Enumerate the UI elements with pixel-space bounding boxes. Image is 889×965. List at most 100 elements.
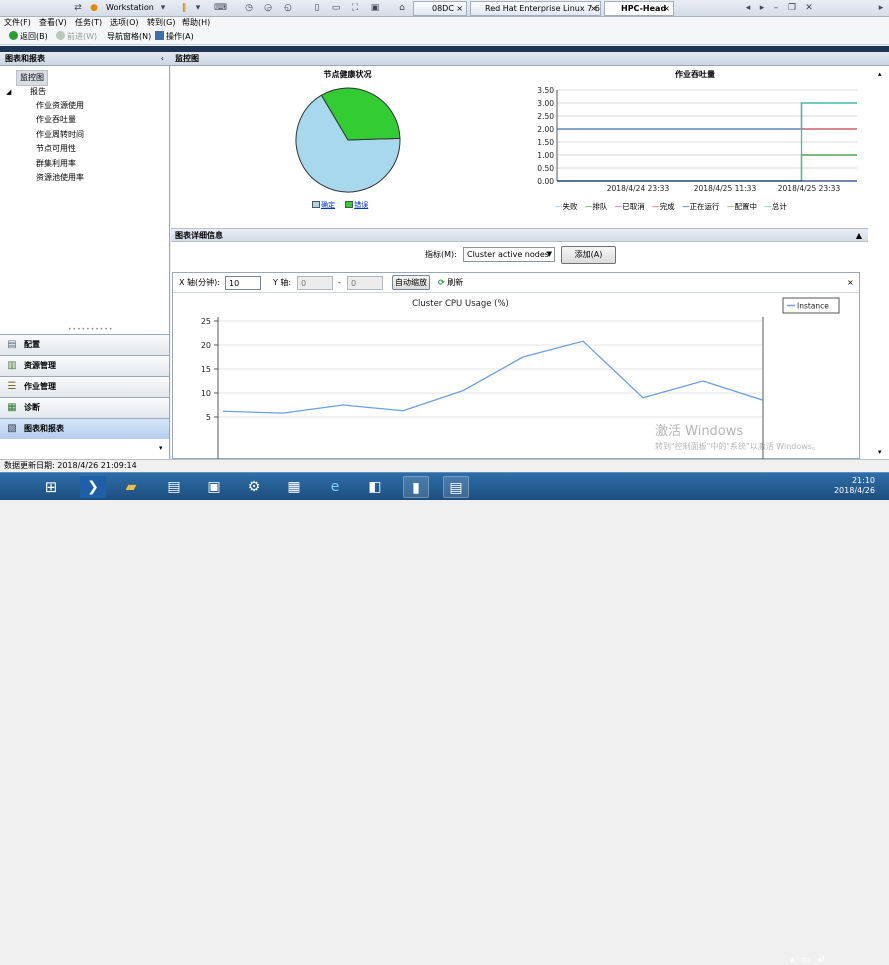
menu-help[interactable]: 帮助(H) (182, 17, 210, 29)
minimize-icon[interactable]: – (770, 2, 782, 14)
menu-file[interactable]: 文件(F) (4, 17, 31, 29)
nav-item-reports[interactable]: 报告 (30, 85, 46, 99)
refresh-label: 刷新 (447, 278, 464, 287)
scrollbar-up-icon[interactable]: ▴ (878, 70, 882, 78)
nav-pane-button[interactable]: 导航窗格(N) (107, 29, 151, 44)
snapshot-restore-icon[interactable]: ◶ (262, 2, 274, 14)
nav-item-pool-usage[interactable]: 资源池使用率 (36, 171, 84, 185)
chart-details-header[interactable]: 图表详细信息 ▲ (171, 228, 868, 242)
y-axis-min-input[interactable]: 0 (297, 276, 333, 290)
remote-desktop-icon[interactable]: ▣ (201, 476, 227, 498)
vmware-product-label[interactable]: Workstation (106, 3, 154, 12)
scrollbar-down-icon[interactable]: ▾ (878, 448, 882, 456)
powershell-icon[interactable]: ❯ (80, 476, 106, 498)
throughput-plot: 0.00 0.50 1.00 1.50 2.00 2.50 3.00 3.50 2018/4/2… (537, 86, 857, 193)
tab-redhat[interactable]: Red Hat Enterprise Linux 7 64... × (470, 1, 601, 16)
x-axis-minutes-input[interactable]: 10 (225, 276, 261, 290)
content-title: 监控图 (175, 54, 199, 63)
tab-scroll-right-icon[interactable]: ▸ (875, 2, 887, 14)
settings-icon[interactable]: ⚙ (241, 476, 267, 498)
y-tick-label: 1.00 (537, 151, 554, 160)
more-workspaces-icon[interactable]: ▾ (159, 444, 163, 452)
chevron-down-icon: ▼ (546, 250, 552, 258)
workspace-resource-management[interactable]: ▥ 资源管理 (0, 355, 169, 376)
hpc-manager-running-icon[interactable]: ▤ (443, 476, 469, 498)
nav-item-job-turnaround[interactable]: 作业周转时间 (36, 128, 84, 142)
volume-icon[interactable]: ◂) (817, 955, 825, 965)
nav-item-monitoring-chart[interactable]: 监控图 (16, 70, 48, 86)
thumbnail-icon[interactable]: ▭ (330, 2, 342, 14)
close-icon[interactable]: × (590, 2, 597, 15)
home-icon[interactable]: ⇄ (72, 2, 84, 14)
y-axis-max-input[interactable]: 0 (347, 276, 383, 290)
toolbar: 返回(B) 前进(W) 导航窗格(N) 操作(A) (0, 29, 889, 45)
menu-goto[interactable]: 转到(G) (147, 17, 175, 29)
close-icon[interactable]: ✕ (803, 2, 815, 14)
nav-item-cluster-utilization[interactable]: 群集利用率 (36, 157, 76, 171)
snapshot-icon[interactable]: ◷ (243, 2, 255, 14)
node-health-pie-chart (295, 87, 401, 193)
x-tick-label: 2018/4/24 23:33 (607, 184, 670, 193)
hpc-cluster-manager-icon[interactable]: ▦ (281, 476, 307, 498)
legend-ok-link[interactable]: 确定 (321, 201, 335, 209)
legend-swatch-ok (312, 201, 320, 208)
workspace-config[interactable]: ▤ 配置 (0, 334, 169, 355)
dropdown-chevron-icon[interactable]: ▾ (192, 2, 204, 14)
sidebar-toggle-icon[interactable]: ▯ (311, 2, 323, 14)
task-icon[interactable]: ▮ (403, 476, 429, 498)
workspace-charts-reports[interactable]: ▧ 图表和报表 (0, 418, 169, 439)
internet-explorer-icon[interactable]: e (322, 476, 348, 498)
y-tick-label: 20 (201, 341, 211, 350)
nav-item-job-throughput[interactable]: 作业吞吐量 (36, 113, 76, 127)
fullscreen-icon[interactable]: ⛶ (349, 2, 361, 14)
file-explorer-icon[interactable]: ▰ (118, 476, 144, 498)
nav-item-node-availability[interactable]: 节点可用性 (36, 142, 76, 156)
diagnostics-icon: ▦ (7, 402, 17, 413)
workspace-job-management[interactable]: ☰ 作业管理 (0, 376, 169, 397)
clock[interactable]: 21:10 2018/4/26 (834, 476, 875, 496)
nav-item-job-resource-usage[interactable]: 作业资源使用 (36, 99, 84, 113)
pause-icon[interactable]: ‖ (178, 2, 190, 14)
menu-view[interactable]: 查看(V) (39, 17, 67, 29)
tab-hpc-head[interactable]: HPC-Head × (604, 1, 674, 16)
menu-options[interactable]: 选项(O) (110, 17, 139, 29)
tray-up-icon[interactable]: ▴ (790, 955, 795, 965)
workspace-label: 资源管理 (24, 361, 56, 370)
forward-button[interactable]: 前进(W) (56, 29, 97, 44)
actions-button[interactable]: 操作(A) (155, 29, 194, 44)
home-tab-icon[interactable]: ⌂ (396, 2, 408, 14)
x-axis-minutes-value: 10 (229, 279, 240, 288)
send-keys-icon[interactable]: ⌨ (214, 2, 227, 14)
tab-scroll-left-icon[interactable]: ◂ (742, 2, 754, 14)
forward-arrow-icon (56, 31, 65, 40)
legend-error-link[interactable]: 错误 (354, 201, 368, 209)
close-icon[interactable]: × (456, 2, 463, 15)
add-button[interactable]: 添加(A) (561, 246, 616, 264)
workspace-label: 图表和报表 (24, 424, 64, 433)
tab-08dc[interactable]: 08DC × (413, 1, 467, 16)
menu-tasks[interactable]: 任务(T) (75, 17, 102, 29)
auto-zoom-button[interactable]: 自动缩放 (392, 275, 430, 290)
metric-select[interactable]: Cluster active nodes ▼ (463, 247, 555, 262)
start-button[interactable]: ⊞ (38, 476, 64, 498)
collapse-up-icon[interactable]: ▲ (856, 229, 862, 242)
dropdown-chevron-icon[interactable]: ▾ (157, 2, 169, 14)
back-button[interactable]: 返回(B) (9, 29, 48, 44)
hyperv-icon[interactable]: ◧ (362, 476, 388, 498)
workspace-diagnostics[interactable]: ▦ 诊断 (0, 397, 169, 418)
close-icon[interactable]: × (847, 276, 854, 290)
job-icon: ☰ (7, 381, 17, 392)
collapse-icon[interactable]: ‹ (161, 52, 164, 65)
refresh-button[interactable]: ⟳ 刷新 (438, 276, 463, 290)
unity-icon[interactable]: ▣ (369, 2, 381, 14)
splitter-grip[interactable]: •••••••••• (68, 326, 113, 333)
expand-arrow-icon[interactable]: ◢ (6, 85, 11, 99)
server-manager-icon[interactable]: ▤ (161, 476, 187, 498)
snapshot-manager-icon[interactable]: ◵ (282, 2, 294, 14)
restore-icon[interactable]: ❐ (786, 2, 798, 14)
auto-zoom-label: 自动缩放 (395, 278, 427, 287)
watermark-line2: 转到"控制面板"中的"系统"以激活 Windows。 (655, 442, 820, 451)
close-icon[interactable]: × (663, 2, 670, 15)
tab-scroll-right-icon[interactable]: ▸ (756, 2, 768, 14)
network-icon[interactable]: ▭ (801, 955, 810, 965)
